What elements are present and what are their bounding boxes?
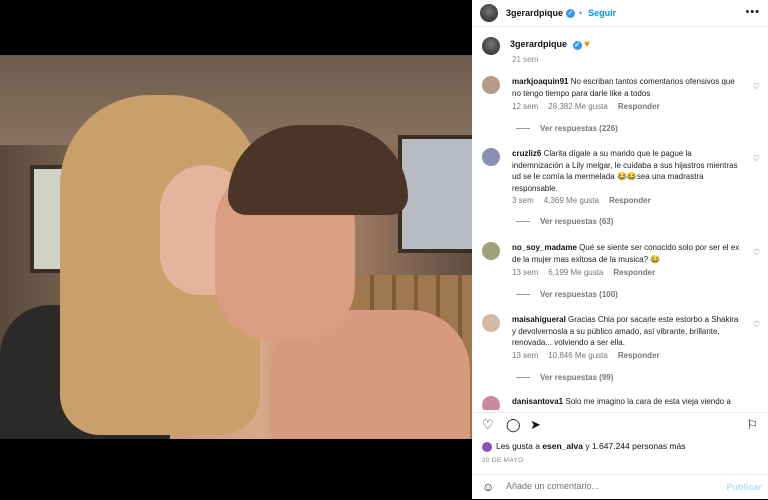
- reply-button[interactable]: Responder: [618, 102, 660, 111]
- view-replies-button[interactable]: Ver respuestas (99): [516, 373, 613, 382]
- liked-by-count[interactable]: y 1.647.244 personas más: [583, 441, 685, 451]
- post-date: 20 DE MAYO: [482, 457, 524, 464]
- comment-avatar[interactable]: [482, 76, 500, 94]
- comment-time: 13 sem: [512, 268, 539, 277]
- comment-input[interactable]: [504, 480, 708, 492]
- follow-button[interactable]: Seguir: [588, 8, 616, 18]
- comment-text: danisantova1 Solo me imagino la cara de …: [512, 396, 744, 408]
- reply-button[interactable]: Responder: [609, 196, 651, 205]
- comment-bubble-icon[interactable]: ◯: [506, 417, 521, 433]
- liked-by-prefix: Les gusta a: [496, 441, 543, 451]
- comment-meta: 3 sem 4,369 Me gusta Responder: [512, 196, 661, 205]
- view-replies-button[interactable]: Ver respuestas (226): [516, 124, 618, 133]
- like-heart-icon[interactable]: ♡: [753, 248, 760, 257]
- comment-avatar[interactable]: [482, 148, 500, 166]
- like-heart-icon[interactable]: ♡: [753, 320, 760, 329]
- comment-likes[interactable]: 10,846 Me gusta: [548, 351, 608, 360]
- comment-time: 12 sem: [512, 102, 539, 111]
- avatar[interactable]: [480, 4, 498, 22]
- bookmark-icon[interactable]: ⚐: [746, 417, 758, 433]
- like-heart-icon[interactable]: ♡: [753, 82, 760, 91]
- comment-avatar[interactable]: [482, 396, 500, 410]
- view-replies-button[interactable]: Ver respuestas (100): [516, 290, 618, 299]
- comment-time: 13 sem: [512, 351, 539, 360]
- view-replies-button[interactable]: Ver respuestas (63): [516, 217, 613, 226]
- comment-likes[interactable]: 6,199 Me gusta: [548, 268, 603, 277]
- like-heart-icon[interactable]: ♡: [482, 417, 494, 433]
- comment-body: Clarita dígale a su marido que le pague …: [512, 149, 738, 193]
- comment-likes[interactable]: 4,369 Me gusta: [544, 196, 599, 205]
- comment-text: no_soy_madame Qué se siente ser conocido…: [512, 242, 744, 265]
- reply-button[interactable]: Responder: [613, 268, 655, 277]
- comments-list[interactable]: markjoaquin91 No escriban tantos comenta…: [472, 70, 768, 410]
- liker-avatar: [482, 441, 492, 452]
- liked-by-user[interactable]: esen_alva: [542, 441, 583, 451]
- more-dots-icon[interactable]: •••: [745, 6, 760, 18]
- post-side-panel: 3gerardpique ✓ • Seguir ••• 3gerardpique…: [472, 0, 768, 499]
- comment-meta: 12 sem 28,382 Me gusta Responder: [512, 102, 670, 111]
- share-send-icon[interactable]: ➤: [530, 417, 541, 433]
- caption-username[interactable]: 3gerardpique ✓ ♥: [510, 39, 590, 50]
- comment-avatar[interactable]: [482, 314, 500, 332]
- publish-button[interactable]: Publicar: [726, 482, 762, 492]
- comment-time: 3 sem: [512, 196, 534, 205]
- comment-text: markjoaquin91 No escriban tantos comenta…: [512, 76, 744, 99]
- post-image[interactable]: [0, 55, 472, 439]
- comment-username[interactable]: danisantova1: [512, 397, 563, 406]
- caption-time: 21 sem: [512, 55, 539, 64]
- comment-avatar[interactable]: [482, 242, 500, 260]
- image-window-right: [398, 135, 472, 253]
- comment-username[interactable]: no_soy_madame: [512, 243, 577, 252]
- liked-by[interactable]: Les gusta a esen_alva y 1.647.244 person…: [482, 441, 686, 452]
- comment-username[interactable]: markjoaquin91: [512, 77, 568, 86]
- post-header: 3gerardpique ✓ • Seguir •••: [472, 0, 768, 27]
- action-bar: ♡ ◯ ➤ ⚐: [472, 412, 768, 435]
- caption: 3gerardpique ✓ ♥ 21 sem: [472, 27, 768, 75]
- reply-button[interactable]: Responder: [618, 351, 660, 360]
- verified-icon: ✓: [566, 8, 576, 18]
- comment-username[interactable]: cruzliz6: [512, 149, 541, 158]
- comment-username[interactable]: maisahigueral: [512, 315, 566, 324]
- comment-meta: 13 sem 10,846 Me gusta Responder: [512, 351, 670, 360]
- comment-text: maisahigueral Gracias Chia por sacarle e…: [512, 314, 744, 349]
- emoji-icon[interactable]: ☺: [482, 480, 494, 494]
- comment-text: cruzliz6 Clarita dígale a su marido que …: [512, 148, 744, 194]
- header-username[interactable]: 3gerardpique: [506, 8, 563, 18]
- dot-separator: •: [579, 8, 583, 18]
- comment-body: Solo me imagino la cara de esta vieja vi…: [565, 397, 731, 406]
- comment-meta: 13 sem 6,199 Me gusta Responder: [512, 268, 665, 277]
- like-heart-icon[interactable]: ♡: [753, 154, 760, 163]
- comment-likes[interactable]: 28,382 Me gusta: [548, 102, 608, 111]
- verified-icon: ✓: [572, 41, 582, 50]
- post-photo-area: [0, 0, 472, 499]
- orange-heart-icon: ♥: [584, 39, 590, 50]
- caption-avatar[interactable]: [482, 37, 500, 55]
- add-comment-bar: ☺ Publicar: [472, 474, 768, 500]
